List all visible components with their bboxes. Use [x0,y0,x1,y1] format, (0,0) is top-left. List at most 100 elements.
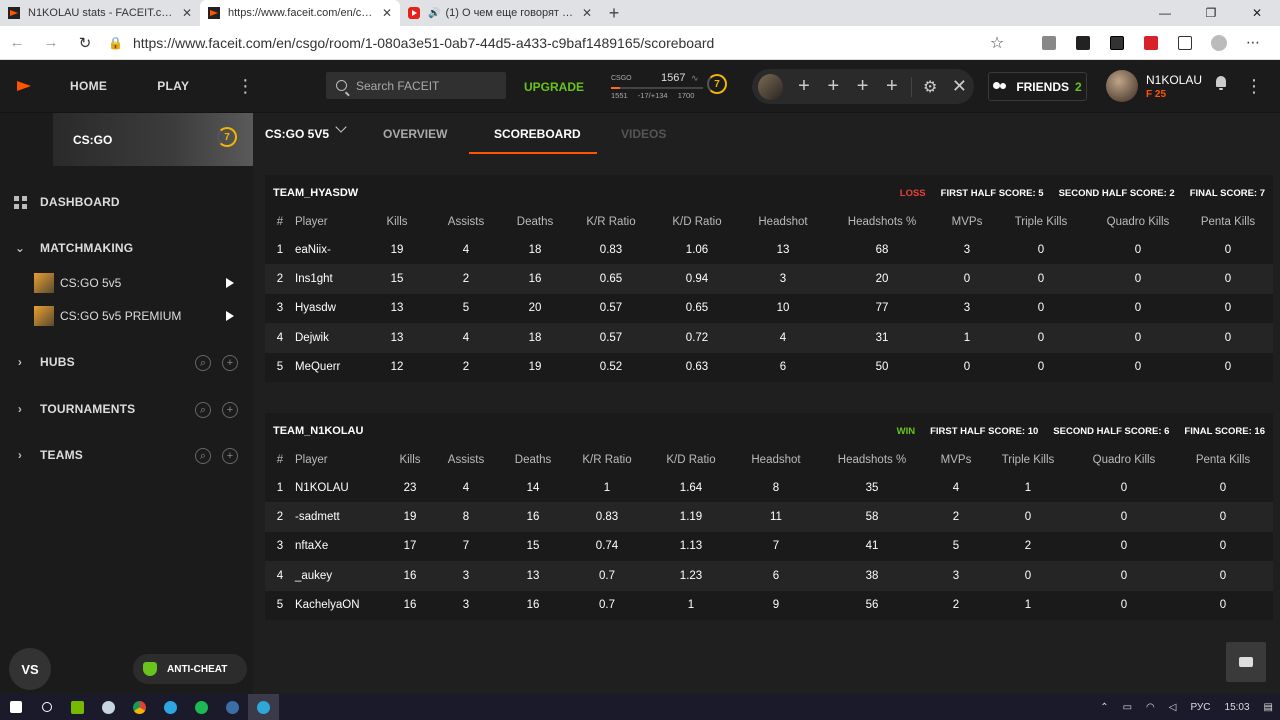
stat-cell: 0.94 [647,264,747,294]
more-vertical-icon[interactable]: ⋮ [235,76,255,97]
chevron-right-icon: › [17,448,23,462]
search-input[interactable]: Search FACEIT [326,72,506,99]
chevron-down-icon[interactable] [335,121,347,133]
tab-overview[interactable]: OVERVIEW [383,127,447,141]
table-row: 5 MeQuerr 12 2 19 0.52 0.63 6 50 0 0 0 0 [265,352,1273,382]
edge-icon[interactable] [248,694,279,720]
play-icon[interactable] [226,278,234,288]
vs-button[interactable]: VS [9,648,51,690]
player-name[interactable]: KachelyaON [295,590,383,620]
sidebar-item-matchmaking[interactable]: ⌄ MATCHMAKING [0,241,253,255]
audio-icon[interactable]: 🔊 [428,8,440,19]
close-tab-icon[interactable]: ✕ [382,6,392,20]
close-icon[interactable]: ✕ [945,76,974,97]
nav-play[interactable]: PLAY [157,79,189,93]
game-mode-selector[interactable]: CS:GO 5V5 [265,127,329,141]
plus-icon[interactable]: + [222,402,238,418]
notifications-icon[interactable]: ▤ [1264,702,1273,713]
wifi-icon[interactable]: ◠ [1146,702,1155,713]
extension-icon[interactable] [1100,35,1134,50]
extension-icon[interactable] [1066,35,1100,50]
player-name[interactable]: -sadmett [295,502,383,532]
add-party-member-icon[interactable]: + [848,75,877,98]
steam-icon[interactable] [93,694,124,720]
app-icon[interactable] [217,694,248,720]
stat-cell: 4 [437,323,495,353]
close-window-icon[interactable]: ✕ [1234,0,1280,26]
player-name[interactable]: N1KOLAU [295,473,383,503]
plus-icon[interactable]: + [222,355,238,371]
back-icon[interactable]: ← [0,26,34,60]
player-name[interactable]: nftaXe [295,531,383,562]
search-icon[interactable]: ⌕ [195,448,211,464]
sidebar-item-dashboard[interactable]: DASHBOARD [0,195,253,209]
minimize-icon[interactable]: — [1142,0,1188,26]
player-name[interactable]: MeQuerr [295,352,357,382]
faceit-logo[interactable] [0,60,48,113]
add-party-member-icon[interactable]: + [877,75,906,98]
queue-csgo-5v5-premium[interactable]: CS:GO 5v5 PREMIUM [34,306,244,326]
tab-scoreboard[interactable]: SCOREBOARD [494,127,581,141]
party-avatar[interactable] [758,73,784,100]
close-tab-icon[interactable]: ✕ [582,6,592,20]
tab-videos[interactable]: VIDEOS [621,127,666,141]
plus-icon[interactable]: + [222,448,238,464]
game-card[interactable]: CS:GO 7 [53,113,253,166]
maximize-icon[interactable]: ❐ [1188,0,1234,26]
reload-icon[interactable]: ↻ [68,26,102,60]
stat-cell: 20 [819,264,945,294]
chrome-icon[interactable] [124,694,155,720]
bell-icon[interactable] [1214,76,1228,90]
nav-home[interactable]: HOME [70,79,107,93]
url-field[interactable]: 🔒 https://www.faceit.com/en/csgo/room/1-… [102,29,982,57]
telegram-icon[interactable] [155,694,186,720]
profile-icon[interactable] [1202,34,1236,51]
close-tab-icon[interactable]: ✕ [182,6,192,20]
chevron-up-icon[interactable]: ⌃ [1100,702,1108,713]
stat-cell: 14 [495,473,571,503]
player-name[interactable]: Hyasdw [295,293,357,324]
upgrade-button[interactable]: UPGRADE [524,80,584,94]
windows-start-icon[interactable] [0,694,31,720]
browser-tab-3[interactable]: 🔊 (1) О чем еще говорят мужчины ✕ [400,0,600,26]
extension-icon[interactable] [1032,35,1066,50]
volume-icon[interactable]: ◁ [1169,702,1177,713]
search-icon[interactable] [31,694,62,720]
sidebar-item-teams[interactable]: › TEAMS [0,448,253,462]
play-icon[interactable] [226,311,234,321]
new-tab-button[interactable]: + [600,0,628,26]
player-name[interactable]: _aukey [295,561,383,591]
more-vertical-icon[interactable]: ⋮ [1244,76,1264,97]
extension-icon[interactable] [1134,35,1168,50]
sidebar: CS:GO 7 DASHBOARD ⌄ MATCHMAKING CS:GO 5v… [0,113,253,694]
chat-button[interactable] [1226,642,1266,682]
collections-icon[interactable] [1168,35,1202,50]
add-party-member-icon[interactable]: + [819,75,848,98]
queue-csgo-5v5[interactable]: CS:GO 5v5 [34,273,244,293]
battery-icon[interactable]: ▭ [1123,702,1132,713]
user-profile[interactable]: N1KOLAU F 25 [1106,70,1202,102]
sidebar-item-tournaments[interactable]: › TOURNAMENTS [0,402,253,416]
sidebar-item-hubs[interactable]: › HUBS [0,355,253,369]
search-icon[interactable]: ⌕ [195,402,211,418]
browser-tab-1[interactable]: N1KOLAU stats - FACEIT.com ✕ [0,0,200,26]
stat-cell: 10 [747,293,819,324]
friends-button[interactable]: FRIENDS 2 [988,72,1087,101]
player-name[interactable]: Ins1ght [295,264,357,294]
more-menu-icon[interactable]: ⋯ [1236,34,1270,51]
forward-icon[interactable]: → [34,26,68,60]
stat-cell: 0 [1093,235,1183,265]
player-name[interactable]: Dejwik [295,323,357,353]
player-name[interactable]: eaNiix- [295,235,357,265]
gear-icon[interactable]: ⚙ [915,77,944,97]
browser-tab-2[interactable]: https://www.faceit.com/en/csgo/ ✕ [200,0,400,26]
anticheat-button[interactable]: ANTI-CHEAT [133,654,247,684]
stat-cell: 6 [739,561,813,591]
bookmark-star-icon[interactable]: ☆ [982,33,1012,53]
spotify-icon[interactable] [186,694,217,720]
nvidia-icon[interactable] [62,694,93,720]
search-icon[interactable]: ⌕ [195,355,211,371]
clock[interactable]: 15:03 [1225,702,1250,713]
add-party-member-icon[interactable]: + [789,75,818,98]
language-indicator[interactable]: РУС [1190,702,1210,713]
